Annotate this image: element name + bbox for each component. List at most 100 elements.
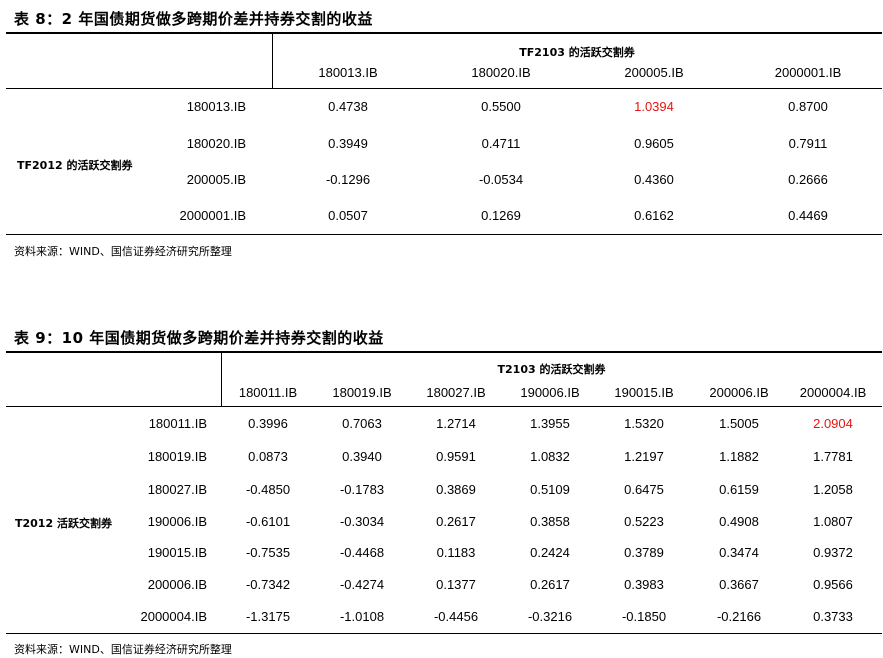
table-cell: -0.7342 [245, 577, 291, 592]
table-cell: 0.2617 [530, 577, 570, 592]
table-cell: 0.8700 [788, 99, 828, 114]
table8-row-group-header: TF2012 的活跃交割券 [17, 159, 133, 172]
table-cell: 0.4908 [719, 514, 759, 529]
table8-caption: 表 8：2 年国债期货做多跨期价差并持券交割的收益 [14, 10, 373, 28]
column-header: 2000001.IB [774, 65, 842, 80]
table-cell: 1.0832 [530, 449, 570, 464]
table9-caption: 表 9：10 年国债期货做多跨期价差并持券交割的收益 [14, 329, 384, 347]
table-cell: -0.2166 [716, 609, 762, 624]
table-cell: 0.6159 [719, 482, 759, 497]
table8-column-group-header: TF2103 的活跃交割券 [519, 46, 635, 59]
table-cell: 0.4469 [788, 208, 828, 223]
table-cell: 0.0873 [248, 449, 288, 464]
row-label: 2000001.IB [179, 208, 246, 223]
table-cell: 1.2197 [624, 449, 664, 464]
table-cell: 0.9605 [634, 136, 674, 151]
table9-source: 资料来源：WIND、国信证券经济研究所整理 [14, 643, 232, 656]
table-cell: 0.1183 [436, 545, 476, 560]
table-cell: 0.2424 [530, 545, 570, 560]
table9-top-rule [6, 351, 882, 353]
table-cell: 0.5500 [481, 99, 521, 114]
table-cell: 1.5005 [719, 416, 759, 431]
table-cell: 1.3955 [530, 416, 570, 431]
table-cell: 0.2617 [436, 514, 476, 529]
table8-source: 资料来源：WIND、国信证券经济研究所整理 [14, 245, 232, 258]
table9-column-group-header: T2103 的活跃交割券 [497, 363, 606, 376]
table-cell: 0.7063 [342, 416, 382, 431]
row-label: 2000004.IB [140, 609, 207, 624]
row-label: 180011.IB [148, 416, 207, 431]
table-cell: 0.9591 [436, 449, 476, 464]
table-cell: 0.3996 [248, 416, 288, 431]
table-cell: 0.3789 [624, 545, 664, 560]
column-header: 200005.IB [624, 65, 684, 80]
table-cell: 0.3858 [530, 514, 570, 529]
table-cell: 0.1269 [481, 208, 521, 223]
row-label: 200006.IB [147, 577, 207, 592]
column-header: 190015.IB [614, 385, 674, 400]
row-label: 200005.IB [186, 172, 246, 187]
row-label: 180027.IB [147, 482, 207, 497]
table-cell: 0.5223 [624, 514, 664, 529]
table-cell-highlighted: 1.0394 [634, 99, 674, 114]
table-cell: 0.2666 [788, 172, 828, 187]
row-label: 180020.IB [186, 136, 246, 151]
table-cell: 0.3983 [624, 577, 664, 592]
table-cell: -0.4850 [245, 482, 291, 497]
table-cell: 1.5320 [624, 416, 664, 431]
column-header: 180019.IB [332, 385, 392, 400]
table-cell: 1.1882 [719, 449, 759, 464]
column-header: 180011.IB [238, 385, 298, 400]
table8-header-divider [272, 34, 273, 88]
row-label: 190015.IB [147, 545, 207, 560]
table-cell: 0.4738 [328, 99, 368, 114]
table-cell: 0.9566 [813, 577, 853, 592]
column-header: 180027.IB [426, 385, 486, 400]
table-cell: 0.3474 [719, 545, 759, 560]
row-label: 180013.IB [186, 99, 246, 114]
table-cell: 0.1377 [436, 577, 476, 592]
table-cell: -1.3175 [245, 609, 291, 624]
column-header: 190006.IB [520, 385, 580, 400]
table-cell: -0.1850 [621, 609, 667, 624]
table-cell: 0.3869 [436, 482, 476, 497]
table-cell: 1.7781 [813, 449, 853, 464]
table8-bottom-rule [6, 234, 882, 235]
table-cell: -0.4456 [433, 609, 479, 624]
table-cell: 0.7911 [788, 136, 828, 151]
table9-header-rule [6, 406, 882, 407]
table-cell: 0.5109 [530, 482, 570, 497]
table-cell: -0.4274 [339, 577, 385, 592]
table-cell: -1.0108 [339, 609, 385, 624]
table-cell: -0.4468 [339, 545, 385, 560]
table-cell: 0.4711 [481, 136, 521, 151]
table-cell: 0.3940 [342, 449, 382, 464]
row-label: 190006.IB [147, 514, 207, 529]
table-cell: 1.0807 [813, 514, 853, 529]
column-header: 2000004.IB [799, 385, 867, 400]
table8-top-rule [6, 32, 882, 34]
table-cell: 0.3667 [719, 577, 759, 592]
table-cell: 0.6475 [624, 482, 664, 497]
table-cell-highlighted: 2.0904 [813, 416, 853, 431]
table-cell: 0.6162 [634, 208, 674, 223]
column-header: 200006.IB [709, 385, 769, 400]
table-cell: 0.9372 [813, 545, 853, 560]
column-header: 180013.IB [318, 65, 378, 80]
table-cell: 0.3733 [813, 609, 853, 624]
table8-header-rule [6, 88, 882, 89]
table-cell: -0.1783 [339, 482, 385, 497]
table-cell: -0.3216 [527, 609, 573, 624]
table-cell: -0.3034 [339, 514, 385, 529]
row-label: 180019.IB [147, 449, 207, 464]
table-cell: 0.4360 [634, 172, 674, 187]
column-header: 180020.IB [471, 65, 531, 80]
table-cell: -0.1296 [325, 172, 371, 187]
table9-bottom-rule [6, 633, 882, 634]
table-cell: -0.7535 [245, 545, 291, 560]
table-cell: -0.0534 [478, 172, 524, 187]
table-cell: 0.0507 [328, 208, 368, 223]
table-cell: 1.2058 [813, 482, 853, 497]
table-cell: 0.3949 [328, 136, 368, 151]
table-cell: -0.6101 [245, 514, 291, 529]
